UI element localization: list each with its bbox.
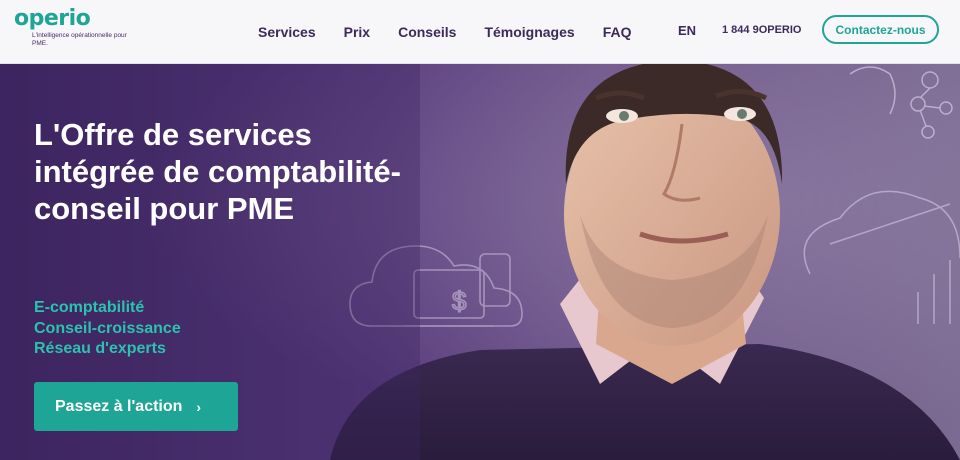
- site-header: operio L'intelligence opérationnelle pou…: [0, 0, 960, 64]
- feature-item: Conseil-croissance: [34, 319, 181, 337]
- nav-conseils[interactable]: Conseils: [398, 24, 456, 40]
- hero-section: $ L'Offre de services intégrée de compta…: [0, 64, 960, 460]
- feature-item: E-comptabilité: [34, 299, 145, 316]
- cta-button[interactable]: Passez à l'action ›: [34, 382, 238, 431]
- nav-prix[interactable]: Prix: [344, 24, 370, 40]
- phone-number[interactable]: 1 844 9OPERIO: [722, 24, 802, 36]
- nav-faq[interactable]: FAQ: [603, 24, 632, 40]
- language-toggle[interactable]: EN: [678, 23, 696, 38]
- nav-services[interactable]: Services: [258, 24, 316, 40]
- feature-item: Réseau d'experts: [34, 340, 166, 357]
- main-nav: Services Prix Conseils Témoignages FAQ: [258, 0, 659, 64]
- logo-wordmark: operio: [14, 6, 91, 31]
- hero-title: L'Offre de services intégrée de comptabi…: [34, 117, 401, 226]
- operio-logo[interactable]: operio L'intelligence opérationnelle pou…: [14, 6, 142, 48]
- chevron-right-icon: ›: [196, 398, 202, 415]
- nav-temoignages[interactable]: Témoignages: [484, 24, 574, 40]
- svg-text:$: $: [452, 286, 467, 316]
- logo-tagline: L'intelligence opérationnelle pour PME.: [32, 32, 127, 47]
- cta-label: Passez à l'action: [55, 397, 183, 415]
- feature-list: E-comptabilité Conseil-croissance Réseau…: [34, 298, 181, 360]
- contact-button[interactable]: Contactez-nous: [822, 15, 939, 44]
